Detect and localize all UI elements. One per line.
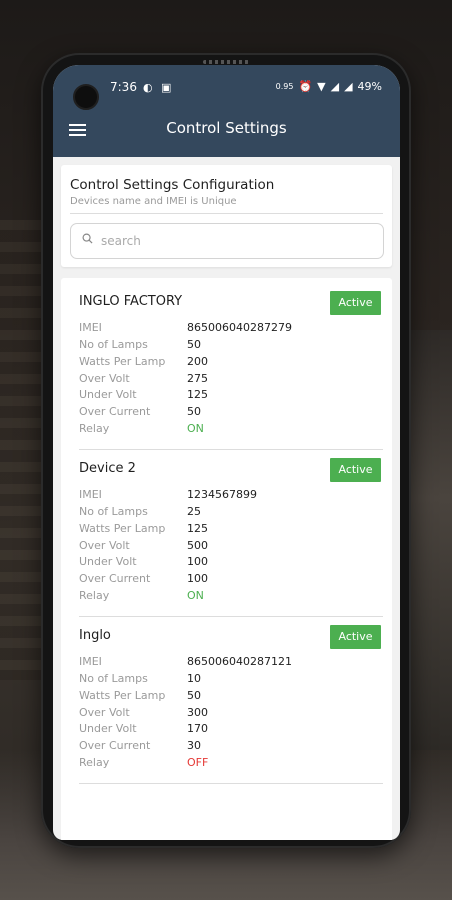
config-title: Control Settings Configuration bbox=[70, 177, 275, 193]
signal-icon: ◢ bbox=[330, 80, 340, 93]
watts-row: Watts Per Lamp 200 bbox=[79, 355, 381, 371]
over-current-value: 100 bbox=[187, 572, 208, 585]
over-volt-value: 500 bbox=[187, 539, 208, 552]
under-volt-label: Under Volt bbox=[79, 722, 137, 735]
device-name: INGLO FACTORY bbox=[79, 294, 183, 309]
app-bar: 7:36 ◐ ▣ 0.95 ⏰ ▼ ◢ ◢ 49% Control Settin… bbox=[53, 65, 400, 157]
watts-value: 50 bbox=[187, 689, 201, 702]
relay-value: OFF bbox=[187, 756, 209, 769]
watts-label: Watts Per Lamp bbox=[79, 689, 166, 702]
watts-value: 200 bbox=[187, 355, 208, 368]
search-input[interactable]: search bbox=[70, 223, 384, 259]
relay-row: Relay ON bbox=[79, 589, 381, 605]
lamps-label: No of Lamps bbox=[79, 672, 148, 685]
search-icon bbox=[82, 233, 93, 244]
alarm-icon: ⏰ bbox=[298, 80, 313, 93]
search-placeholder: search bbox=[101, 234, 141, 248]
under-volt-row: Under Volt 125 bbox=[79, 388, 381, 404]
status-badge: Active bbox=[330, 625, 381, 649]
lamps-row: No of Lamps 50 bbox=[79, 338, 381, 354]
page-title: Control Settings bbox=[166, 119, 287, 137]
relay-value: ON bbox=[187, 422, 204, 435]
device-name: Inglo bbox=[79, 628, 111, 643]
lamps-label: No of Lamps bbox=[79, 505, 148, 518]
imei-label: IMEI bbox=[79, 321, 102, 334]
front-camera bbox=[73, 84, 99, 110]
over-current-row: Over Current 50 bbox=[79, 405, 381, 421]
relay-value: ON bbox=[187, 589, 204, 602]
under-volt-row: Under Volt 170 bbox=[79, 722, 381, 738]
imei-row: IMEI 865006040287279 bbox=[79, 321, 381, 337]
imei-row: IMEI 1234567899 bbox=[79, 488, 381, 504]
vpn-icon: ◐ bbox=[143, 81, 153, 94]
imei-value: 1234567899 bbox=[187, 488, 257, 501]
lamps-label: No of Lamps bbox=[79, 338, 148, 351]
watts-row: Watts Per Lamp 50 bbox=[79, 689, 381, 705]
watts-label: Watts Per Lamp bbox=[79, 355, 166, 368]
divider bbox=[79, 449, 383, 450]
watts-row: Watts Per Lamp 125 bbox=[79, 522, 381, 538]
relay-row: Relay OFF bbox=[79, 756, 381, 772]
status-bar: 7:36 ◐ ▣ 0.95 ⏰ ▼ ◢ ◢ 49% bbox=[53, 77, 400, 110]
net-speed: 0.95 bbox=[275, 82, 294, 91]
lamps-value: 25 bbox=[187, 505, 201, 518]
status-time: 7:36 bbox=[110, 80, 137, 94]
wifi-icon: ▼ bbox=[317, 80, 326, 93]
imei-value: 865006040287279 bbox=[187, 321, 292, 334]
device-list: INGLO FACTORY Active IMEI 865006040287279… bbox=[61, 278, 392, 840]
config-panel: Control Settings Configuration Devices n… bbox=[61, 165, 392, 267]
phone-speaker bbox=[203, 60, 249, 64]
over-current-label: Over Current bbox=[79, 572, 151, 585]
over-volt-label: Over Volt bbox=[79, 706, 130, 719]
imei-value: 865006040287121 bbox=[187, 655, 292, 668]
under-volt-value: 170 bbox=[187, 722, 208, 735]
over-volt-row: Over Volt 500 bbox=[79, 539, 381, 555]
lamps-row: No of Lamps 10 bbox=[79, 672, 381, 688]
divider bbox=[70, 213, 383, 214]
relay-label: Relay bbox=[79, 422, 110, 435]
relay-label: Relay bbox=[79, 756, 110, 769]
under-volt-value: 125 bbox=[187, 388, 208, 401]
relay-row: Relay ON bbox=[79, 422, 381, 438]
over-current-row: Over Current 100 bbox=[79, 572, 381, 588]
lamps-value: 10 bbox=[187, 672, 201, 685]
relay-label: Relay bbox=[79, 589, 110, 602]
status-right-group: 0.95 ⏰ ▼ ◢ ◢ 49% bbox=[276, 80, 382, 93]
device-name: Device 2 bbox=[79, 461, 136, 476]
over-current-label: Over Current bbox=[79, 405, 151, 418]
imei-row: IMEI 865006040287121 bbox=[79, 655, 381, 671]
watts-value: 125 bbox=[187, 522, 208, 535]
background-photo-left bbox=[0, 220, 46, 680]
signal-icon-2: ◢ bbox=[344, 80, 353, 93]
config-subtitle: Devices name and IMEI is Unique bbox=[70, 196, 237, 207]
phone-screen: 7:36 ◐ ▣ 0.95 ⏰ ▼ ◢ ◢ 49% Control Settin… bbox=[53, 65, 400, 840]
imei-label: IMEI bbox=[79, 488, 102, 501]
imei-label: IMEI bbox=[79, 655, 102, 668]
watts-label: Watts Per Lamp bbox=[79, 522, 166, 535]
over-volt-row: Over Volt 300 bbox=[79, 706, 381, 722]
under-volt-row: Under Volt 100 bbox=[79, 555, 381, 571]
under-volt-label: Under Volt bbox=[79, 388, 137, 401]
over-volt-label: Over Volt bbox=[79, 372, 130, 385]
under-volt-label: Under Volt bbox=[79, 555, 137, 568]
divider bbox=[79, 783, 383, 784]
over-volt-label: Over Volt bbox=[79, 539, 130, 552]
over-current-value: 30 bbox=[187, 739, 201, 752]
over-volt-value: 300 bbox=[187, 706, 208, 719]
battery-level: 49% bbox=[357, 80, 382, 93]
over-current-row: Over Current 30 bbox=[79, 739, 381, 755]
status-badge: Active bbox=[330, 458, 381, 482]
under-volt-value: 100 bbox=[187, 555, 208, 568]
lamps-row: No of Lamps 25 bbox=[79, 505, 381, 521]
status-badge: Active bbox=[330, 291, 381, 315]
over-current-label: Over Current bbox=[79, 739, 151, 752]
divider bbox=[79, 616, 383, 617]
over-current-value: 50 bbox=[187, 405, 201, 418]
lamps-value: 50 bbox=[187, 338, 201, 351]
over-volt-row: Over Volt 275 bbox=[79, 372, 381, 388]
image-icon: ▣ bbox=[161, 81, 172, 94]
background-photo-right bbox=[406, 330, 452, 750]
over-volt-value: 275 bbox=[187, 372, 208, 385]
